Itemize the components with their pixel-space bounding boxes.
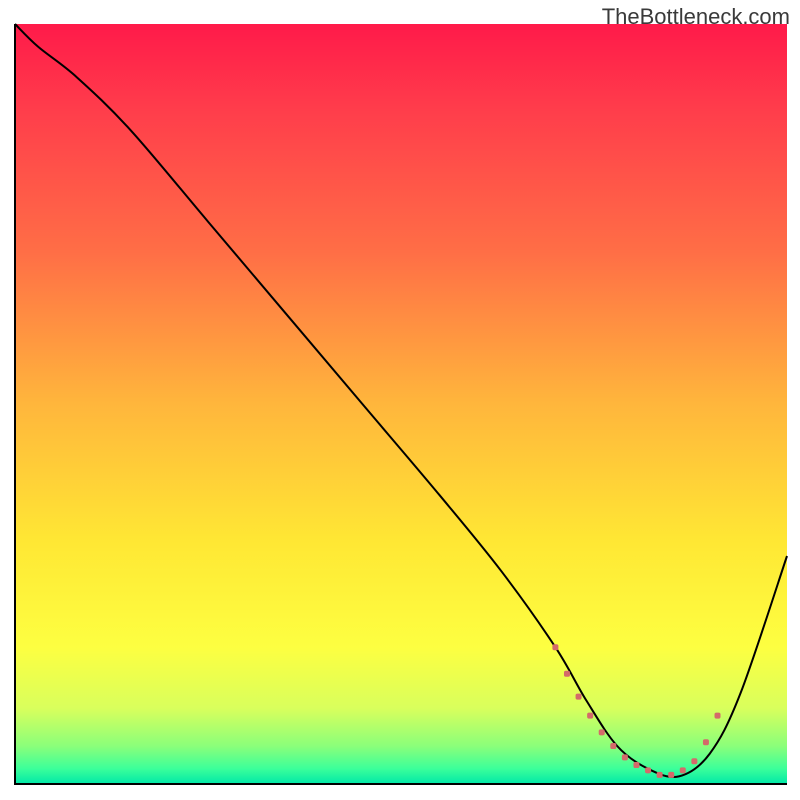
optimal-marker xyxy=(564,671,570,677)
optimal-marker xyxy=(622,754,628,760)
optimal-marker xyxy=(657,772,663,778)
optimal-marker xyxy=(715,713,721,719)
optimal-marker xyxy=(680,767,686,773)
bottleneck-chart xyxy=(0,0,800,800)
optimal-marker xyxy=(610,743,616,749)
optimal-marker xyxy=(703,739,709,745)
plot-background xyxy=(15,24,787,784)
watermark-text: TheBottleneck.com xyxy=(602,4,790,30)
optimal-marker xyxy=(599,729,605,735)
optimal-marker xyxy=(552,644,558,650)
chart-container: TheBottleneck.com xyxy=(0,0,800,800)
optimal-marker xyxy=(645,767,651,773)
optimal-marker xyxy=(576,694,582,700)
optimal-marker xyxy=(668,772,674,778)
optimal-marker xyxy=(587,713,593,719)
optimal-marker xyxy=(633,762,639,768)
optimal-marker xyxy=(691,758,697,764)
